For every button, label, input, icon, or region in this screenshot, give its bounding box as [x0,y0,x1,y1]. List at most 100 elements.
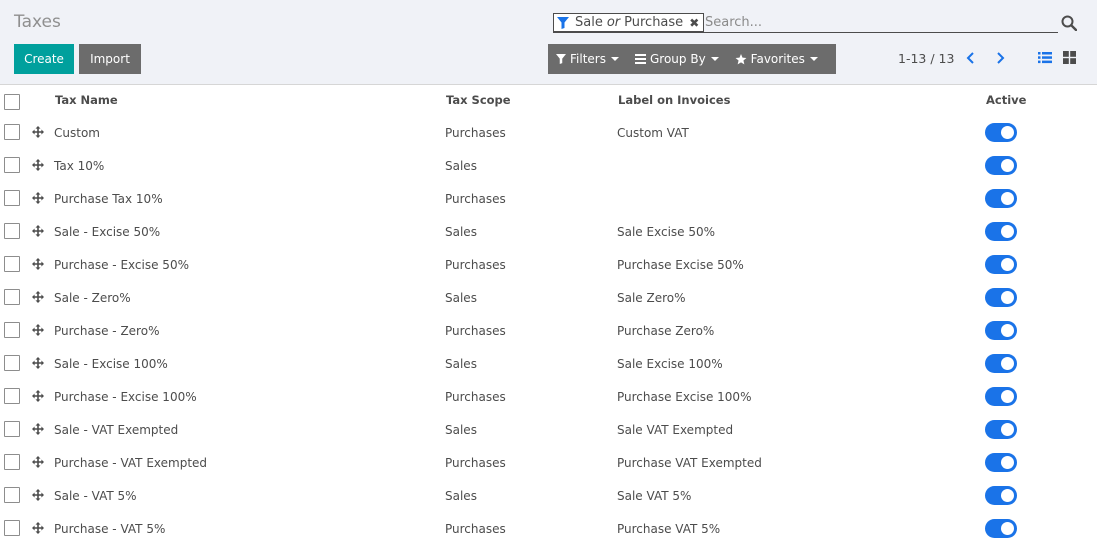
table-row[interactable]: Purchase Tax 10% Purchases [0,182,1097,215]
cell-label-on-invoices: Purchase Excise 50% [617,258,744,272]
drag-handle-icon[interactable] [32,225,44,237]
kanban-view-icon[interactable] [1063,51,1076,64]
select-all-checkbox[interactable] [4,94,20,110]
filters-dropdown[interactable]: Filters [548,44,627,74]
active-toggle[interactable] [985,123,1017,142]
drag-handle-icon[interactable] [32,390,44,402]
import-button[interactable]: Import [79,44,141,74]
row-checkbox[interactable] [4,388,20,404]
row-checkbox[interactable] [4,355,20,371]
row-checkbox[interactable] [4,157,20,173]
table-row[interactable]: Purchase - VAT Exempted Purchases Purchase… [0,446,1097,479]
cell-tax-name: Sale - Excise 100% [54,357,168,371]
table-row[interactable]: Tax 10% Sales [0,149,1097,182]
table-row[interactable]: Sale - Zero% Sales Sale Zero% [0,281,1097,314]
table-header: Tax Name Tax Scope Label on Invoices Act… [0,86,1097,116]
active-toggle[interactable] [985,321,1017,340]
search-bar: Sale or Purchase ✖ [553,11,1058,33]
cell-tax-scope: Purchases [445,390,506,404]
row-checkbox[interactable] [4,421,20,437]
row-checkbox[interactable] [4,487,20,503]
drag-handle-icon[interactable] [32,291,44,303]
favorites-dropdown[interactable]: Favorites [727,44,826,74]
group-by-dropdown[interactable]: Group By [627,44,727,74]
filters-label: Filters [570,52,606,66]
search-icon[interactable] [1061,15,1077,31]
search-facet[interactable]: Sale or Purchase ✖ [553,13,705,32]
filter-icon [557,16,569,29]
table-row[interactable]: Purchase - Zero% Purchases Purchase Zero% [0,314,1097,347]
cell-label-on-invoices: Sale VAT Exempted [617,423,734,437]
cell-tax-scope: Sales [445,225,477,239]
row-checkbox[interactable] [4,223,20,239]
toggle-knob [1001,357,1014,370]
cell-tax-name: Purchase - VAT 5% [54,522,166,536]
table-row[interactable]: Purchase - Excise 100% Purchases Purchase … [0,380,1097,413]
table-row[interactable]: Sale - VAT 5% Sales Sale VAT 5% [0,479,1097,512]
active-toggle[interactable] [985,156,1017,175]
drag-handle-icon[interactable] [32,489,44,501]
cell-tax-scope: Purchases [445,456,506,470]
table-row[interactable]: Purchase - Excise 50% Purchases Purchase E… [0,248,1097,281]
search-input[interactable] [705,13,1055,31]
filter-icon [556,54,566,64]
star-icon [735,53,747,64]
drag-handle-icon[interactable] [32,522,44,534]
toggle-knob [1001,192,1014,205]
table-row[interactable]: Sale - VAT Exempted Sales Sale VAT Exempte… [0,413,1097,446]
active-toggle[interactable] [985,255,1017,274]
cell-tax-name: Purchase - Excise 100% [54,390,197,404]
cell-label-on-invoices: Sale Excise 50% [617,225,716,239]
pager-value[interactable]: 1-13 / 13 [898,51,954,66]
table-row[interactable]: Purchase - VAT 5% Purchases Purchase VAT 5… [0,512,1097,545]
cell-tax-name: Custom [54,126,100,140]
create-button[interactable]: Create [14,44,74,74]
table-row[interactable]: Sale - Excise 50% Sales Sale Excise 50% [0,215,1097,248]
cell-tax-scope: Sales [445,423,477,437]
cell-label-on-invoices: Purchase VAT Exempted [617,456,762,470]
drag-handle-icon[interactable] [32,126,44,138]
active-toggle[interactable] [985,453,1017,472]
row-checkbox[interactable] [4,256,20,272]
column-header-tax-name[interactable]: Tax Name [55,93,118,107]
active-toggle[interactable] [985,519,1017,538]
toggle-knob [1001,324,1014,337]
active-toggle[interactable] [985,288,1017,307]
drag-handle-icon[interactable] [32,192,44,204]
drag-handle-icon[interactable] [32,159,44,171]
row-checkbox[interactable] [4,124,20,140]
column-header-label-on-invoices[interactable]: Label on Invoices [618,93,730,107]
row-checkbox[interactable] [4,454,20,470]
drag-handle-icon[interactable] [32,456,44,468]
cell-tax-scope: Purchases [445,192,506,206]
chevron-right-icon[interactable] [994,51,1006,65]
active-toggle[interactable] [985,486,1017,505]
cell-label-on-invoices: Sale VAT 5% [617,489,692,503]
facet-remove-icon[interactable]: ✖ [689,16,699,30]
active-toggle[interactable] [985,189,1017,208]
chevron-left-icon[interactable] [965,51,977,65]
list-view-icon[interactable] [1038,51,1052,64]
toggle-knob [1001,159,1014,172]
row-checkbox[interactable] [4,322,20,338]
row-checkbox[interactable] [4,289,20,305]
drag-handle-icon[interactable] [32,258,44,270]
active-toggle[interactable] [985,222,1017,241]
column-header-tax-scope[interactable]: Tax Scope [446,93,511,107]
caret-down-icon [610,57,619,61]
toggle-knob [1001,291,1014,304]
active-toggle[interactable] [985,420,1017,439]
toggle-knob [1001,225,1014,238]
group-by-label: Group By [649,52,706,66]
row-checkbox[interactable] [4,190,20,206]
column-header-active[interactable]: Active [986,93,1026,107]
drag-handle-icon[interactable] [32,357,44,369]
facet-value-sale: Sale [575,15,603,30]
drag-handle-icon[interactable] [32,423,44,435]
active-toggle[interactable] [985,387,1017,406]
drag-handle-icon[interactable] [32,324,44,336]
row-checkbox[interactable] [4,520,20,536]
active-toggle[interactable] [985,354,1017,373]
table-row[interactable]: Sale - Excise 100% Sales Sale Excise 100% [0,347,1097,380]
table-row[interactable]: Custom Purchases Custom VAT [0,116,1097,149]
